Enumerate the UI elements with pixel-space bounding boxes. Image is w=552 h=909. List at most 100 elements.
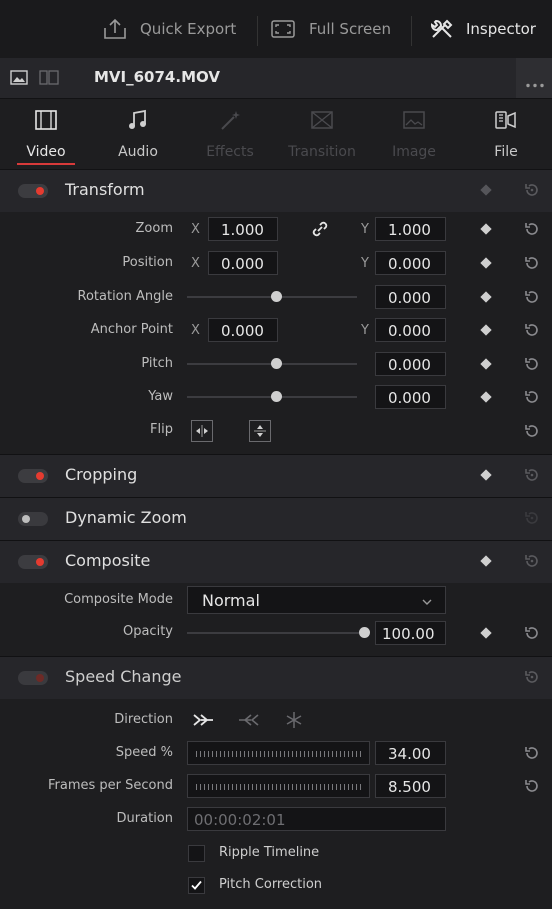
tab-effects[interactable]: Effects [184, 99, 276, 169]
reset-icon[interactable] [524, 423, 540, 439]
full-screen-button[interactable]: Full Screen [271, 0, 391, 58]
tab-label: Audio [118, 144, 158, 160]
slider-knob[interactable] [271, 291, 282, 302]
tab-image[interactable]: Image [368, 99, 460, 169]
rotation-angle-field[interactable]: 0.000 [375, 285, 446, 309]
ripple-timeline-checkbox[interactable] [188, 845, 205, 862]
reset-icon[interactable] [524, 356, 540, 372]
more-options-button[interactable] [516, 58, 552, 98]
reset-icon[interactable] [524, 669, 540, 685]
tab-label: File [494, 144, 518, 160]
cropping-header[interactable]: Cropping [0, 455, 552, 497]
opacity-field[interactable]: 100.00 [375, 621, 446, 645]
pitch-correction-checkbox[interactable] [188, 877, 205, 894]
dynamic-zoom-toggle[interactable] [18, 512, 48, 526]
duration-label: Duration [116, 811, 173, 826]
composite-mode-select[interactable]: Normal [187, 586, 446, 614]
reset-icon[interactable] [524, 289, 540, 305]
reset-icon[interactable] [524, 182, 540, 198]
duration-field[interactable]: 00:00:02:01 [187, 807, 446, 831]
zoom-label: Zoom [135, 221, 173, 236]
speed-percent-field[interactable]: 34.00 [375, 741, 446, 765]
quick-export-button[interactable]: Quick Export [102, 0, 236, 58]
reset-icon[interactable] [524, 389, 540, 405]
keyframe-icon[interactable] [480, 223, 492, 235]
section-title: Transform [65, 180, 145, 199]
reverse-arrow-icon[interactable] [238, 713, 260, 727]
reset-icon[interactable] [524, 553, 540, 569]
flip-horizontal-button[interactable] [191, 420, 213, 442]
magic-wand-icon [218, 109, 242, 131]
reset-icon[interactable] [524, 510, 540, 526]
cropping-toggle[interactable] [18, 469, 48, 483]
inspector-button[interactable]: Inspector [430, 0, 536, 58]
keyframe-icon[interactable] [480, 324, 492, 336]
section-title: Speed Change [65, 667, 182, 686]
anchor-y-field[interactable]: 0.000 [375, 318, 446, 342]
transform-section: Transform Zoom X 1.000 Y 1.000 Position … [0, 170, 552, 455]
reset-icon[interactable] [524, 625, 540, 641]
position-y-field[interactable]: 0.000 [375, 251, 446, 275]
tab-video[interactable]: Video [0, 99, 92, 169]
frames-per-second-field[interactable]: 8.500 [375, 774, 446, 798]
keyframe-icon[interactable] [480, 257, 492, 269]
forward-arrow-icon[interactable] [192, 713, 214, 727]
keyframe-icon[interactable] [480, 358, 492, 370]
dynamic-zoom-header[interactable]: Dynamic Zoom [0, 498, 552, 540]
transform-toggle[interactable] [18, 184, 48, 198]
yaw-label: Yaw [148, 389, 173, 404]
tab-file[interactable]: File [460, 99, 552, 169]
anchor-x-field[interactable]: 0.000 [208, 318, 278, 342]
split-view-icon[interactable] [39, 70, 59, 89]
link-icon[interactable] [311, 220, 329, 242]
yaw-field[interactable]: 0.000 [375, 385, 446, 409]
pitch-field[interactable]: 0.000 [375, 352, 446, 376]
tab-audio[interactable]: Audio [92, 99, 184, 169]
freeze-frame-icon[interactable] [285, 711, 303, 729]
slider-knob[interactable] [359, 627, 370, 638]
keyframe-icon[interactable] [480, 291, 492, 303]
position-x-field[interactable]: 0.000 [208, 251, 278, 275]
tab-label: Image [392, 144, 436, 160]
slider-knob[interactable] [271, 391, 282, 402]
keyframe-icon[interactable] [480, 391, 492, 403]
transition-icon [310, 109, 334, 131]
reset-icon[interactable] [524, 221, 540, 237]
flip-horizontal-icon [196, 425, 208, 437]
tab-label: Effects [206, 144, 254, 160]
zoom-x-field[interactable]: 1.000 [208, 217, 278, 241]
speed-scrubber[interactable] [187, 741, 370, 765]
toolbar-divider [411, 16, 412, 46]
keyframe-icon[interactable] [480, 184, 492, 196]
tab-label: Transition [288, 144, 356, 160]
reset-icon[interactable] [524, 778, 540, 794]
reset-icon[interactable] [524, 467, 540, 483]
keyframe-icon[interactable] [480, 627, 492, 639]
transform-header[interactable]: Transform [0, 170, 552, 212]
chevron-down-icon [422, 599, 432, 605]
slider-knob[interactable] [271, 358, 282, 369]
music-note-icon [126, 109, 150, 131]
clip-name: MVI_6074.MOV [94, 68, 220, 86]
keyframe-icon[interactable] [480, 469, 492, 481]
tools-icon [430, 18, 454, 40]
reset-icon[interactable] [524, 745, 540, 761]
opacity-slider[interactable] [187, 632, 370, 634]
fps-scrubber[interactable] [187, 774, 370, 798]
composite-mode-label: Composite Mode [64, 592, 173, 607]
speed-change-toggle[interactable] [18, 671, 48, 685]
composite-mode-value: Normal [202, 591, 260, 610]
reset-icon[interactable] [524, 322, 540, 338]
keyframe-icon[interactable] [480, 555, 492, 567]
composite-toggle[interactable] [18, 555, 48, 569]
clip-thumbnail-icon[interactable] [10, 70, 28, 89]
reset-icon[interactable] [524, 255, 540, 271]
tab-transition[interactable]: Transition [276, 99, 368, 169]
composite-section: Composite Composite Mode Normal Opacity … [0, 541, 552, 657]
flip-vertical-button[interactable] [249, 420, 271, 442]
speed-change-header[interactable]: Speed Change [0, 657, 552, 699]
zoom-y-field[interactable]: 1.000 [375, 217, 446, 241]
ripple-timeline-label: Ripple Timeline [219, 845, 320, 860]
film-icon [34, 109, 58, 131]
composite-header[interactable]: Composite [0, 541, 552, 583]
